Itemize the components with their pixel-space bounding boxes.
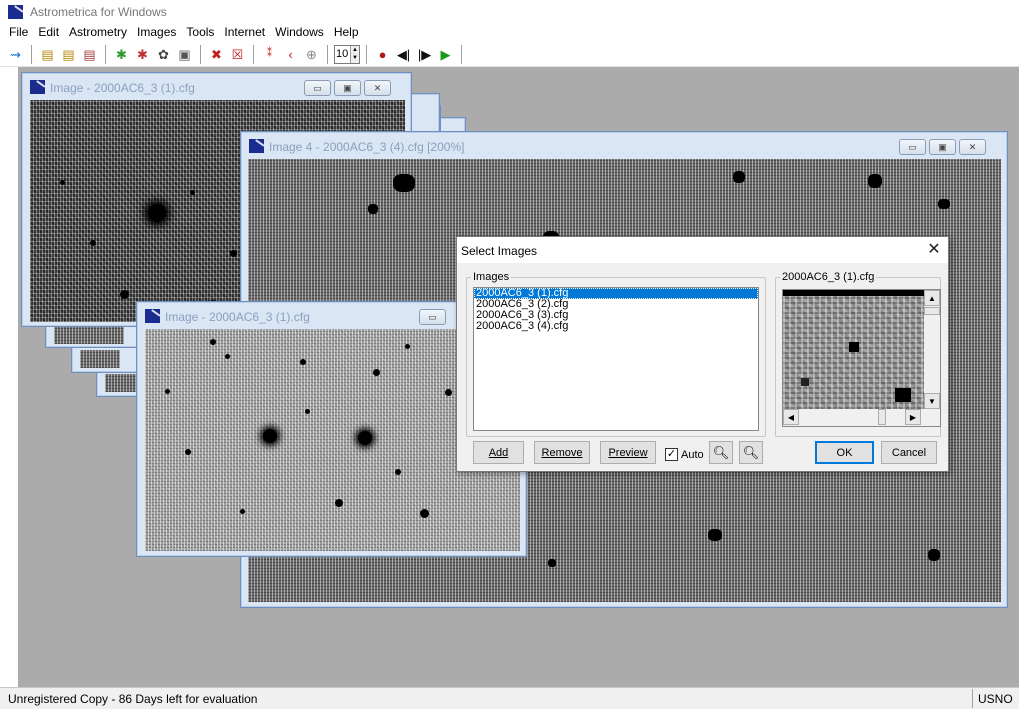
window-icon xyxy=(249,139,264,153)
toolbar-separator xyxy=(327,44,328,64)
maximize-button[interactable]: ▣ xyxy=(334,80,361,96)
menu-images[interactable]: Images xyxy=(132,22,181,42)
auto-label: Auto xyxy=(681,448,704,461)
preview-button[interactable]: Preview xyxy=(600,441,656,464)
toolbar: ⇝ ▤ ▤ ▤ ✱ ✱ ✿ ▣ ✖ ☒ ⁑ ‹ ⊕ 10 ▲ ▼ ● ◀| |▶ … xyxy=(0,42,1019,67)
preview-group-label: 2000AC6_3 (1).cfg xyxy=(782,271,875,283)
ok-button[interactable]: OK xyxy=(815,441,874,464)
image-canvas xyxy=(80,350,120,368)
remove-button[interactable]: Remove xyxy=(534,441,590,464)
minimize-button[interactable]: ▭ xyxy=(419,309,446,325)
reference-icon[interactable]: ‹ xyxy=(281,45,300,64)
open-images-icon[interactable]: ▤ xyxy=(38,45,57,64)
app-icon xyxy=(8,5,23,19)
play-icon[interactable]: ▶ xyxy=(436,45,455,64)
add-button[interactable]: Add xyxy=(473,441,524,464)
close-button[interactable]: ✕ xyxy=(959,139,986,155)
menu-astrometry[interactable]: Astrometry xyxy=(64,22,132,42)
checkbox-check-icon[interactable]: ✓ xyxy=(665,448,678,461)
zoom-in-button[interactable]: 🔍︎ xyxy=(709,441,733,464)
images-group-label: Images xyxy=(473,271,510,283)
zoom-out-button[interactable]: 🔍︎ xyxy=(739,441,763,464)
step-back-icon[interactable]: ◀| xyxy=(394,45,413,64)
list-item[interactable]: 2000AC6_3 (4).cfg xyxy=(474,321,758,332)
preview-pane: ▲ ▼ ◀ ▶ xyxy=(782,289,941,427)
scroll-left-icon[interactable]: ◀ xyxy=(783,409,799,425)
cancel-button[interactable]: Cancel xyxy=(881,441,937,464)
status-bar: Unregistered Copy - 86 Days left for eva… xyxy=(0,687,1019,709)
dialog-title: Select Images xyxy=(461,244,538,258)
open-images-2-icon[interactable]: ▤ xyxy=(59,45,78,64)
link-icon[interactable]: ⇝ xyxy=(6,45,25,64)
toolbar-separator xyxy=(366,44,367,64)
select-images-dialog: Select Images ✕ Images 2000AC6_3 (1).cfg… xyxy=(456,236,949,472)
toolbar-separator xyxy=(200,44,201,64)
scroll-up-icon[interactable]: ▲ xyxy=(924,290,940,306)
close-icon[interactable]: ✕ xyxy=(923,240,945,260)
auto-checkbox[interactable]: ✓ Auto xyxy=(665,448,704,461)
app-title: Astrometrica for Windows xyxy=(30,5,167,19)
toolbar-separator xyxy=(461,44,462,64)
menu-edit[interactable]: Edit xyxy=(33,22,64,42)
scroll-thumb[interactable] xyxy=(924,307,940,315)
window-icon xyxy=(145,309,160,323)
track-and-stack-icon[interactable]: ⁑ xyxy=(260,45,279,64)
preview-image xyxy=(783,290,924,409)
image-canvas xyxy=(54,326,124,344)
window-icon xyxy=(30,80,45,94)
zoom-value: 10 xyxy=(336,47,349,60)
zoom-glass-icon[interactable]: ⊕ xyxy=(302,45,321,64)
toolbar-separator xyxy=(31,44,32,64)
scroll-down-icon[interactable]: ▼ xyxy=(924,393,940,409)
no-stars-icon[interactable]: ✖ xyxy=(207,45,226,64)
menu-file[interactable]: File xyxy=(4,22,33,42)
menu-tools[interactable]: Tools xyxy=(181,22,219,42)
zoom-in-icon: 🔍︎ xyxy=(712,444,730,460)
no-stars-2-icon[interactable]: ☒ xyxy=(228,45,247,64)
images-listbox[interactable]: 2000AC6_3 (1).cfg 2000AC6_3 (2).cfg 2000… xyxy=(473,287,759,431)
window-title: Image - 2000AC6_3 (1).cfg xyxy=(165,310,310,324)
zoom-stepper[interactable]: 10 ▲ ▼ xyxy=(334,44,360,64)
toolbar-separator xyxy=(253,44,254,64)
app-titlebar: Astrometrica for Windows xyxy=(0,0,1019,22)
dark-frame-icon[interactable]: ✿ xyxy=(154,45,173,64)
minimize-button[interactable]: ▭ xyxy=(304,80,331,96)
maximize-button[interactable]: ▣ xyxy=(929,139,956,155)
zoom-out-icon: 🔍︎ xyxy=(742,444,760,460)
record-icon[interactable]: ● xyxy=(373,45,392,64)
preview-button-label: Preview xyxy=(608,446,648,459)
menu-internet[interactable]: Internet xyxy=(219,22,270,42)
menu-windows[interactable]: Windows xyxy=(270,22,329,42)
spin-arrows-icon[interactable]: ▲ ▼ xyxy=(350,45,359,63)
open-images-3-icon[interactable]: ▤ xyxy=(80,45,99,64)
scroll-right-icon[interactable]: ▶ xyxy=(905,409,921,425)
menu-bar: File Edit Astrometry Images Tools Intern… xyxy=(0,22,1019,42)
window-title: Image - 2000AC6_3 (1).cfg xyxy=(50,81,195,95)
vertical-scrollbar[interactable]: ▲ ▼ xyxy=(924,290,940,409)
dialog-titlebar: Select Images ✕ xyxy=(457,237,948,263)
settings-green-icon[interactable]: ✱ xyxy=(112,45,131,64)
step-forward-icon[interactable]: |▶ xyxy=(415,45,434,64)
menu-help[interactable]: Help xyxy=(329,22,364,42)
scroll-thumb[interactable] xyxy=(878,409,886,425)
remove-button-label: Remove xyxy=(541,446,583,459)
horizontal-scrollbar[interactable]: ◀ ▶ xyxy=(783,409,924,426)
window-title: Image 4 - 2000AC6_3 (4).cfg [200%] xyxy=(269,140,465,154)
toolbar-separator xyxy=(105,44,106,64)
minimize-button[interactable]: ▭ xyxy=(899,139,926,155)
status-text: Unregistered Copy - 86 Days left for eva… xyxy=(8,692,258,706)
blink-window-icon[interactable]: ▣ xyxy=(175,45,194,64)
status-catalog: USNO xyxy=(972,689,1019,708)
scroll-corner xyxy=(924,409,940,426)
add-button-label: Add xyxy=(488,446,509,459)
close-button[interactable]: ✕ xyxy=(364,80,391,96)
settings-red-icon[interactable]: ✱ xyxy=(133,45,152,64)
